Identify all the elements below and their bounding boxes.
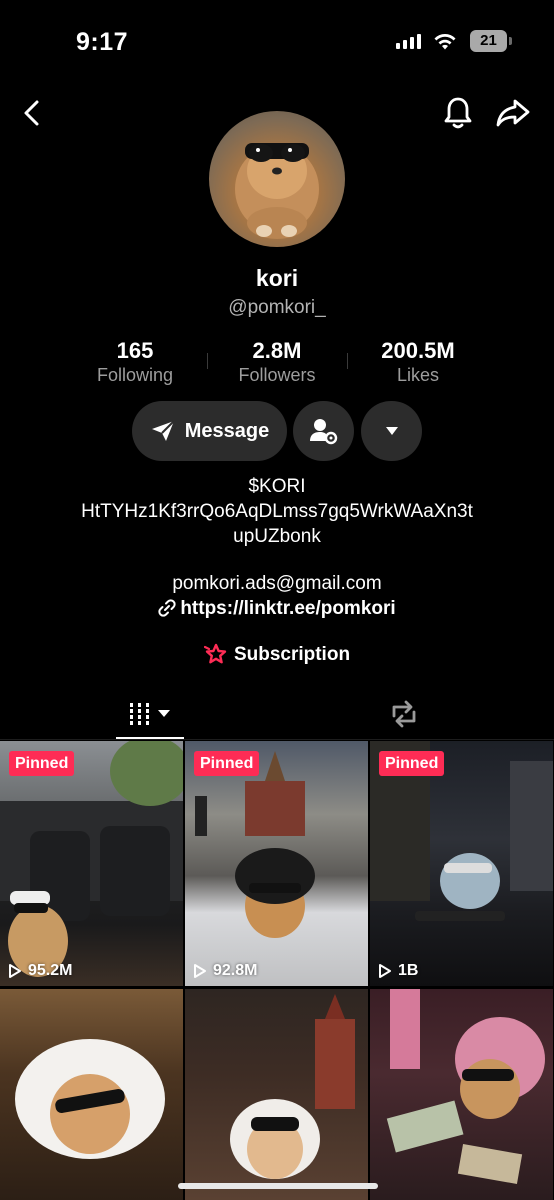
play-icon [379, 964, 391, 978]
stat-followers[interactable]: 2.8M Followers [217, 338, 337, 386]
bio-email: pomkori.ads@gmail.com [172, 573, 382, 594]
stat-divider [347, 353, 348, 369]
video-thumbnail [0, 741, 183, 977]
video-thumbnail [195, 751, 315, 938]
stat-value: 200.5M [381, 338, 455, 363]
display-name: kori [255, 265, 299, 291]
status-bar: 9:17 21 [0, 0, 554, 84]
view-count-value: 1B [398, 962, 419, 979]
stat-value: 165 [116, 338, 154, 363]
message-button[interactable]: Message [132, 401, 287, 461]
video-tile[interactable]: Pinned 92.8M [185, 741, 368, 986]
video-tile[interactable] [0, 989, 183, 1200]
stat-likes[interactable]: 200.5M Likes [357, 338, 479, 386]
share-icon[interactable] [495, 97, 531, 129]
caret-down-icon [385, 427, 398, 435]
status-time: 9:17 [76, 28, 129, 56]
tab-separator [0, 739, 554, 740]
stat-label: Following [96, 365, 174, 385]
more-options-dropdown-button[interactable] [361, 401, 422, 461]
username: @pomkori_ [228, 297, 326, 318]
message-button-label: Message [184, 419, 270, 442]
video-tile[interactable] [185, 989, 368, 1200]
subscription-button[interactable]: Subscription [0, 643, 554, 666]
video-thumbnail [230, 994, 355, 1179]
video-thumbnail [15, 1039, 165, 1159]
bio-line: HtTYHz1Kf3rrQo6AqDLmss7gq5WrkWAaXn3t [81, 501, 473, 522]
stat-following[interactable]: 165 Following [75, 338, 195, 386]
subscription-label: Subscription [233, 644, 351, 665]
pinned-badge: Pinned [194, 751, 260, 776]
wifi-icon [434, 34, 456, 50]
play-icon [9, 964, 21, 978]
view-count: 95.2M [8, 962, 72, 980]
tab-videos-grid[interactable] [116, 696, 184, 738]
video-thumbnail [370, 741, 553, 921]
profile-stats: 165 Following 2.8M Followers 200.5M Like… [0, 338, 554, 388]
home-indicator[interactable] [178, 1183, 378, 1189]
stat-value: 2.8M [252, 338, 302, 363]
subscription-star-icon [203, 643, 227, 664]
link-icon [158, 599, 176, 617]
bell-icon[interactable] [442, 96, 474, 130]
battery-icon: 21 [470, 30, 507, 52]
stat-label: Followers [238, 365, 316, 385]
video-tile[interactable]: Pinned 1B [370, 741, 553, 986]
bio-link[interactable]: https://linktr.ee/pomkori [0, 598, 554, 620]
send-icon [151, 420, 175, 441]
play-icon [194, 964, 206, 978]
bio-line: upUZbonk [233, 526, 321, 547]
video-thumbnail [386, 989, 545, 1184]
avatar[interactable] [209, 111, 345, 247]
pinned-badge: Pinned [9, 751, 75, 776]
stat-label: Likes [396, 365, 440, 385]
view-count-value: 95.2M [28, 962, 73, 979]
tab-reposts-icon[interactable] [386, 698, 422, 730]
battery-nub [509, 37, 512, 45]
cellular-signal-icon [396, 34, 421, 49]
view-count: 92.8M [193, 962, 257, 980]
stat-divider [207, 353, 208, 369]
view-count: 1B [378, 962, 418, 980]
back-arrow-icon[interactable] [18, 98, 48, 128]
follow-settings-button[interactable] [293, 401, 354, 461]
bio-link-text: https://linktr.ee/pomkori [180, 598, 396, 619]
view-count-value: 92.8M [213, 962, 258, 979]
pinned-badge: Pinned [379, 751, 445, 776]
avatar-image [235, 143, 319, 239]
video-tile[interactable] [370, 989, 553, 1200]
user-settings-icon [309, 419, 337, 445]
video-tile[interactable]: Pinned 95.2M [0, 741, 183, 986]
grid-columns-icon [130, 703, 170, 725]
bio-line: $KORI [248, 476, 306, 497]
